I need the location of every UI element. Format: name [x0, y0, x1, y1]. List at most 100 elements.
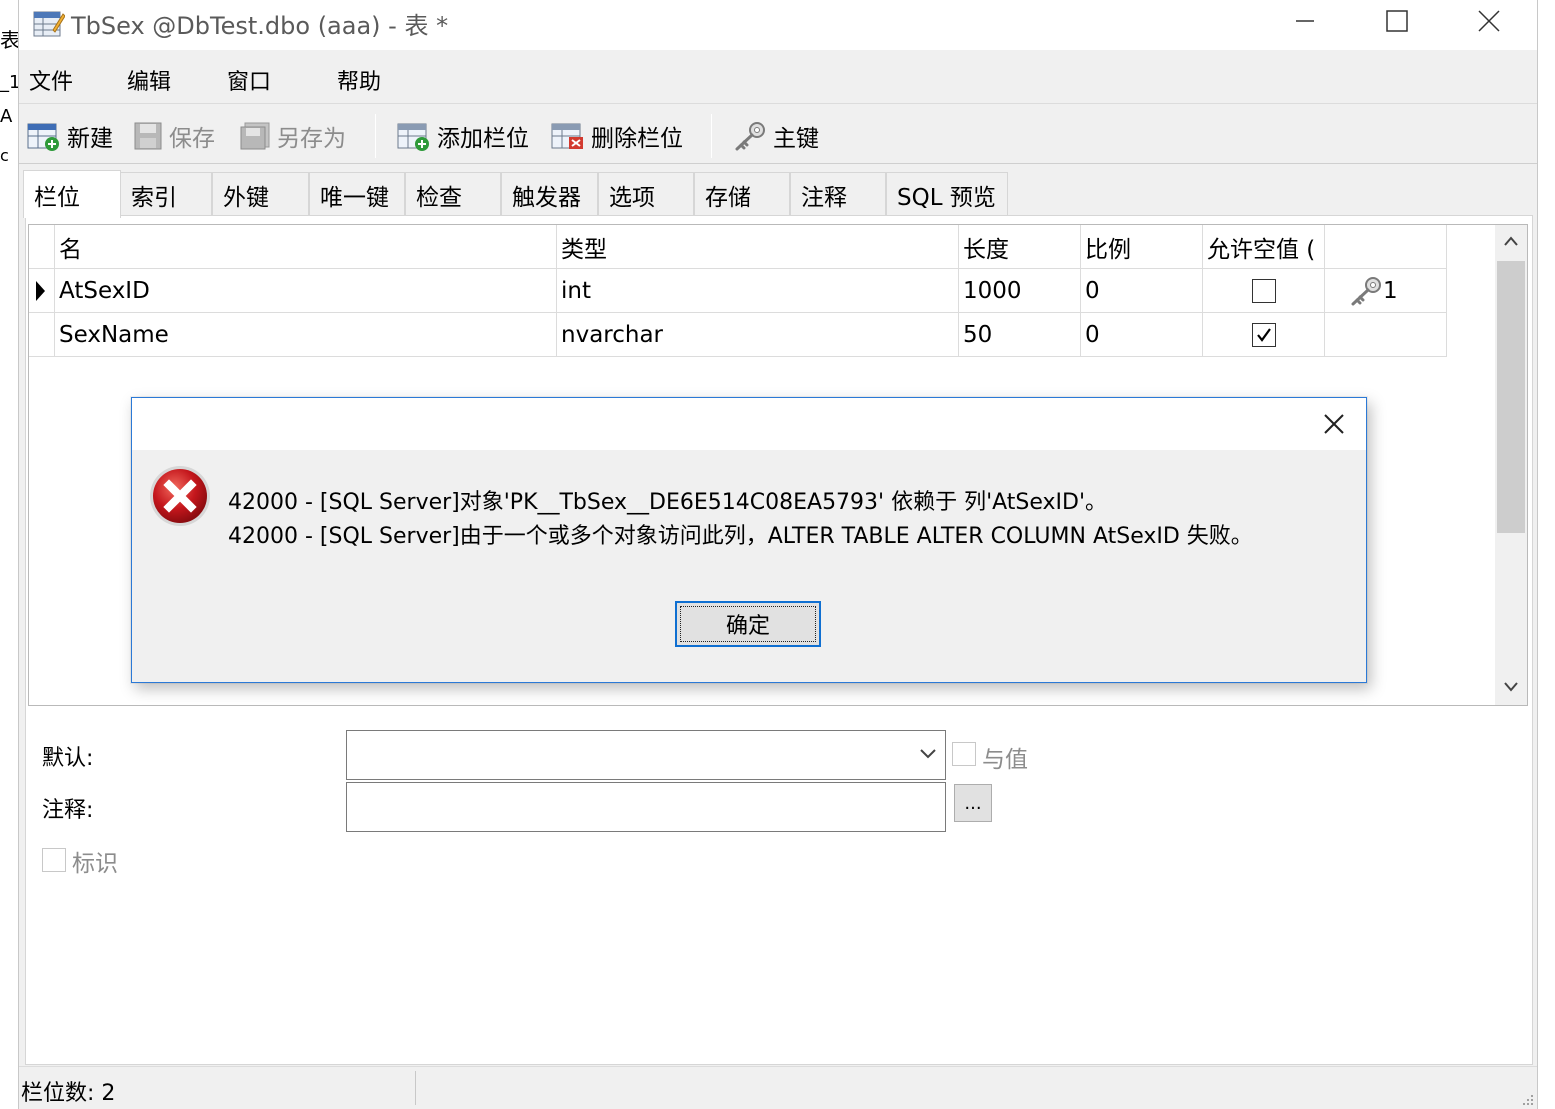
row-indicator[interactable]	[29, 269, 55, 313]
tab-sql-preview[interactable]: SQL 预览	[886, 172, 1008, 216]
toolbar: 新建 保存 另存为 添加栏位 删除栏位 主键	[19, 106, 1537, 164]
primary-key-button[interactable]: 主键	[733, 116, 819, 156]
row-indicator-header	[29, 225, 55, 269]
menu-help[interactable]: 帮助	[337, 64, 381, 96]
resize-grip-icon[interactable]	[1519, 1091, 1535, 1107]
minimize-button[interactable]	[1259, 0, 1351, 42]
close-icon	[1478, 10, 1500, 32]
column-header-name[interactable]: 名	[55, 225, 557, 269]
nullable-checkbox[interactable]	[1251, 322, 1276, 347]
column-header-length[interactable]: 长度	[959, 225, 1081, 269]
field-type-cell[interactable]: int	[557, 269, 959, 313]
ok-button[interactable]: 确定	[675, 601, 821, 647]
identity-checkbox[interactable]	[42, 848, 66, 872]
scroll-up-icon	[1504, 236, 1518, 246]
row-indicator[interactable]	[29, 313, 55, 357]
tab-label: 唯一键	[320, 184, 389, 211]
menu-file[interactable]: 文件	[29, 64, 73, 96]
tab-checks[interactable]: 检查	[405, 172, 501, 216]
toolbar-separator	[711, 114, 712, 158]
chevron-down-icon	[920, 749, 936, 759]
menu-window[interactable]: 窗口	[227, 64, 271, 96]
comment-ellipsis-button[interactable]: ...	[954, 784, 992, 822]
scrollbar-thumb[interactable]	[1497, 261, 1525, 533]
tab-label: 索引	[131, 184, 177, 211]
background-window-strip: 表 _1 A c	[0, 0, 20, 1109]
bg-strip-text: A	[0, 106, 13, 127]
table-design-icon	[33, 11, 65, 37]
add-field-button[interactable]: 添加栏位	[397, 116, 529, 156]
error-dialog: 42000 - [SQL Server]对象'PK__TbSex__DE6E51…	[131, 397, 1367, 683]
nullable-checkbox[interactable]	[1251, 278, 1276, 303]
with-value-checkbox[interactable]	[952, 742, 976, 766]
field-nullable-cell	[1203, 269, 1325, 313]
save-icon	[134, 122, 162, 150]
minimize-icon	[1296, 20, 1314, 22]
primary-key-label: 主键	[773, 126, 819, 152]
grid-vertical-scrollbar[interactable]	[1495, 225, 1527, 705]
status-divider	[415, 1071, 416, 1105]
column-header-scale[interactable]: 比例	[1081, 225, 1203, 269]
column-header-type[interactable]: 类型	[557, 225, 959, 269]
check-mark-icon	[1256, 327, 1271, 342]
delete-field-icon	[551, 123, 583, 149]
tab-label: 注释	[801, 184, 847, 211]
tab-unique-keys[interactable]: 唯一键	[309, 172, 405, 216]
comment-field[interactable]	[346, 782, 946, 832]
column-header-nullable[interactable]: 允许空值 (	[1203, 225, 1325, 269]
error-message-line-2: 42000 - [SQL Server]由于一个或多个对象访问此列，ALTER …	[228, 524, 1253, 549]
field-length-cell[interactable]: 1000	[959, 269, 1081, 313]
field-name-cell[interactable]: AtSexID	[55, 269, 557, 313]
new-table-icon	[27, 123, 59, 151]
default-combobox[interactable]	[346, 730, 946, 780]
add-field-icon	[397, 123, 429, 151]
identity-label: 标识	[72, 851, 118, 877]
close-button[interactable]	[1443, 0, 1535, 42]
save-as-icon	[240, 122, 270, 150]
new-label: 新建	[67, 126, 113, 152]
tab-label: 存储	[705, 184, 751, 211]
tab-label: 触发器	[512, 184, 581, 211]
field-type-cell[interactable]: nvarchar	[557, 313, 959, 357]
window-title: TbSex @DbTest.dbo (aaa) - 表 *	[71, 12, 449, 40]
new-button[interactable]: 新建	[27, 116, 113, 156]
title-bar[interactable]: TbSex @DbTest.dbo (aaa) - 表 *	[19, 0, 1537, 50]
current-row-arrow-icon	[36, 280, 45, 301]
save-as-button[interactable]: 另存为	[239, 116, 346, 156]
field-key-cell[interactable]: 1	[1325, 269, 1447, 313]
tab-label: 选项	[609, 184, 655, 211]
scroll-down-icon	[1504, 682, 1518, 692]
field-scale-cell[interactable]: 0	[1081, 313, 1203, 357]
dialog-close-icon[interactable]	[1318, 408, 1350, 440]
save-as-label: 另存为	[277, 126, 346, 152]
bg-strip-text: c	[0, 146, 9, 165]
save-button[interactable]: 保存	[133, 116, 215, 156]
save-label: 保存	[169, 126, 215, 152]
tab-options[interactable]: 选项	[598, 172, 694, 216]
field-name-cell[interactable]: SexName	[55, 313, 557, 357]
delete-field-label: 删除栏位	[591, 126, 683, 152]
column-header-key[interactable]	[1325, 225, 1447, 269]
tab-triggers[interactable]: 触发器	[501, 172, 598, 216]
tab-label: SQL 预览	[897, 184, 996, 211]
dialog-title-bar[interactable]	[132, 398, 1366, 450]
tab-foreign-keys[interactable]: 外键	[212, 172, 309, 216]
tab-fields[interactable]: 栏位	[23, 170, 121, 218]
tab-strip: 栏位 索引 外键 唯一键 检查 触发器 选项 存储 注释 SQL 预览	[19, 170, 1537, 218]
primary-key-icon	[1351, 276, 1381, 305]
default-label: 默认:	[42, 746, 94, 771]
tab-storage[interactable]: 存储	[694, 172, 790, 216]
menu-edit[interactable]: 编辑	[127, 64, 171, 96]
field-scale-cell[interactable]: 0	[1081, 269, 1203, 313]
error-icon	[150, 466, 210, 526]
delete-field-button[interactable]: 删除栏位	[551, 116, 683, 156]
bg-strip-text: 表	[0, 28, 20, 52]
comment-label: 注释:	[42, 798, 94, 823]
maximize-button[interactable]	[1351, 0, 1443, 42]
field-length-cell[interactable]: 50	[959, 313, 1081, 357]
tab-comment[interactable]: 注释	[790, 172, 886, 216]
toolbar-separator	[375, 114, 376, 158]
tab-indexes[interactable]: 索引	[120, 172, 212, 216]
field-key-cell[interactable]	[1325, 313, 1447, 357]
tab-label: 外键	[223, 184, 269, 211]
